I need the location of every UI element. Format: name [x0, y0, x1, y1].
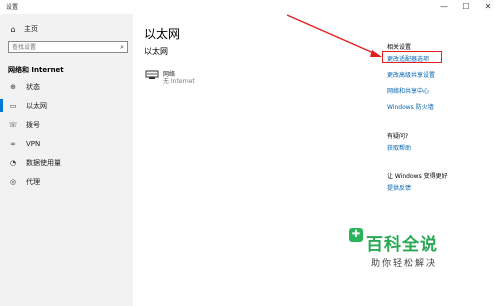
sidebar-item-dialup[interactable]: ☏ 拨号 [0, 115, 133, 134]
sidebar-item-status[interactable]: ⊕ 状态 [0, 77, 133, 96]
ethernet-icon [145, 70, 159, 79]
dialup-icon: ☏ [8, 120, 18, 129]
sidebar-item-label: 状态 [26, 82, 40, 91]
search-icon[interactable]: ⌕ [120, 43, 124, 52]
section-subtitle: 以太网 [144, 47, 168, 56]
globe-icon: ◎ [9, 177, 17, 186]
sidebar-item-data-usage[interactable]: ◔ 数据使用量 [0, 153, 133, 172]
sidebar-item-label: 以太网 [26, 101, 47, 110]
sidebar-item-label: VPN [26, 139, 41, 148]
vpn-icon: ∞ [10, 139, 16, 148]
question-header: 有疑问? [387, 133, 409, 140]
search-box[interactable]: ⌕ [8, 41, 128, 53]
improve-windows-header: 让 Windows 变得更好 [387, 173, 448, 180]
advanced-sharing-link[interactable]: 更改高级共享设置 [387, 70, 435, 79]
windows-firewall-link[interactable]: Windows 防火墙 [387, 102, 434, 111]
page-title: 以太网 [144, 27, 181, 41]
network-sharing-center-link[interactable]: 网络和共享中心 [387, 86, 429, 95]
sidebar-nav: ⊕ 状态 ▭ 以太网 ☏ 拨号 ∞ VPN ◔ 数据使用量 ◎ 代理 [0, 77, 133, 191]
sidebar-item-label: 代理 [26, 177, 40, 186]
maximize-button[interactable]: ☐ [455, 0, 477, 14]
watermark-title: 百科全说 [366, 235, 438, 255]
status-icon: ⊕ [10, 82, 16, 91]
home-icon: ⌂ [10, 24, 16, 34]
sidebar-item-ethernet[interactable]: ▭ 以太网 [0, 96, 133, 115]
ethernet-icon: ▭ [9, 101, 17, 110]
watermark-subtitle: 助你轻松解决 [371, 259, 438, 269]
sidebar-item-label: 数据使用量 [26, 158, 61, 167]
sidebar-item-label: 拨号 [26, 120, 40, 129]
sidebar-item-proxy[interactable]: ◎ 代理 [0, 172, 133, 191]
close-button[interactable]: ✕ [477, 0, 499, 14]
title-bar: 设置 — ☐ ✕ [0, 0, 500, 14]
feedback-link[interactable]: 提供反馈 [387, 183, 411, 192]
get-help-link[interactable]: 获取帮助 [387, 143, 411, 152]
change-adapter-options-link[interactable]: 更改适配器选项 [387, 54, 429, 63]
section-title: 网络和 Internet [8, 66, 64, 74]
home-label: 主页 [24, 25, 38, 33]
related-settings-header: 相关设置 [387, 44, 412, 51]
network-status: 无 Internet [163, 78, 195, 85]
sidebar: ⌂ 主页 ⌕ 网络和 Internet ⊕ 状态 ▭ 以太网 ☏ 拨号 ∞ VP… [0, 14, 133, 306]
data-usage-icon: ◔ [9, 158, 17, 167]
window-title: 设置 [6, 4, 19, 11]
watermark-logo-icon: ✚ [349, 228, 363, 242]
settings-window: 设置 — ☐ ✕ ⌂ 主页 ⌕ 网络和 Internet ⊕ 状态 ▭ 以太网 … [0, 0, 500, 306]
search-input[interactable] [9, 42, 115, 52]
sidebar-item-vpn[interactable]: ∞ VPN [0, 134, 133, 153]
minimize-button[interactable]: — [433, 0, 455, 14]
home-link[interactable]: ⌂ 主页 [8, 24, 38, 34]
